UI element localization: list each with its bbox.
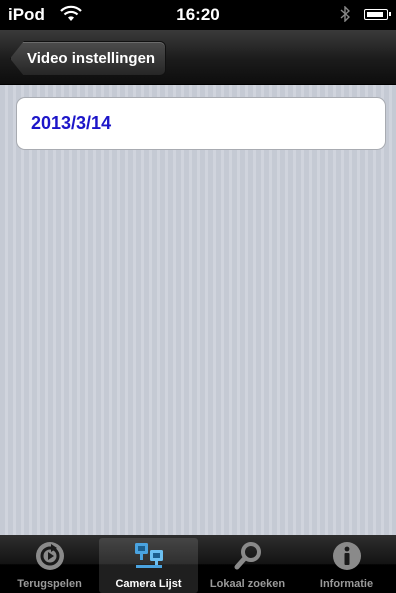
- tab-informatie[interactable]: Informatie: [297, 538, 396, 593]
- battery-icon: [364, 9, 391, 20]
- content-area: 2013/3/14: [0, 85, 396, 535]
- tab-lokaal-zoeken[interactable]: Lokaal zoeken: [198, 538, 297, 593]
- tab-terugspelen[interactable]: Terugspelen: [0, 538, 99, 593]
- status-bar: iPod 16:20: [0, 0, 396, 30]
- date-label: 2013/3/14: [31, 113, 112, 133]
- back-button[interactable]: Video instellingen: [10, 41, 167, 76]
- date-cell[interactable]: 2013/3/14: [16, 97, 386, 150]
- tab-label: Lokaal zoeken: [209, 578, 286, 590]
- navigation-bar: Video instellingen: [0, 30, 396, 85]
- tab-camera-lijst[interactable]: Camera Lijst: [99, 538, 198, 593]
- info-icon: [331, 540, 363, 572]
- status-time: 16:20: [176, 5, 220, 24]
- tab-bar: Terugspelen Camera Lijst Lokaal zoeken I…: [0, 535, 396, 593]
- tab-label: Terugspelen: [17, 578, 82, 590]
- tab-label: Camera Lijst: [115, 578, 182, 590]
- search-icon: [232, 540, 264, 572]
- tab-label: Informatie: [319, 578, 374, 590]
- back-button-label: Video instellingen: [27, 50, 156, 67]
- bluetooth-icon: [340, 5, 351, 26]
- playback-icon: [34, 540, 66, 572]
- camera-list-icon: [133, 540, 165, 572]
